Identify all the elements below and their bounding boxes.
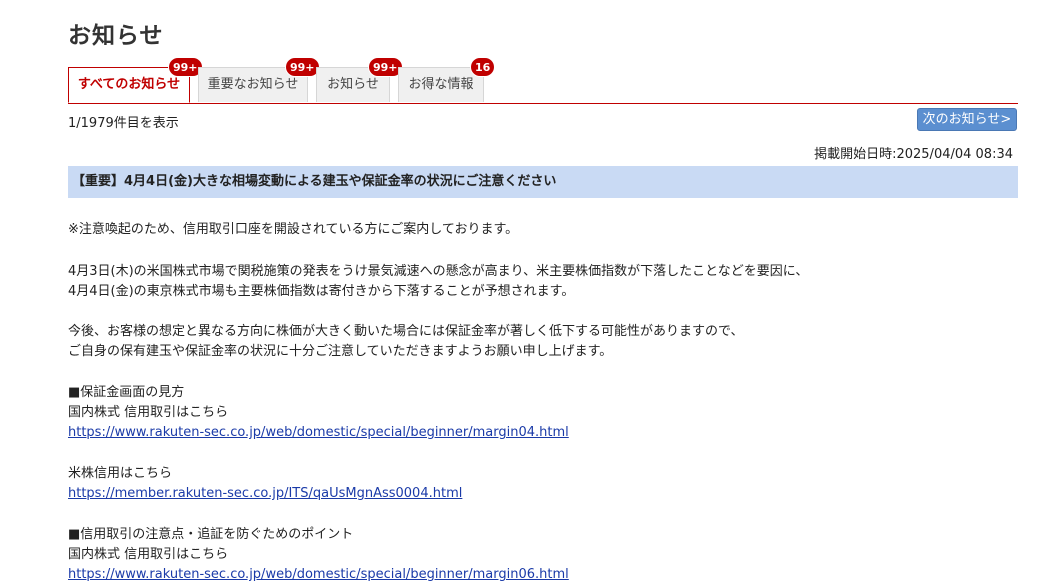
section-us-margin: 米株信用はこちら https://member.rakuten-sec.co.j… [68,464,462,504]
notice-paragraph-3-line-2: ご自身の保有建玉や保証金率の状況に十分ご注意していただきますようお願い申し上げま… [68,344,613,359]
tab-deals[interactable]: お得な情報 16 [398,57,496,102]
tab-important-notices-label: 重要なお知らせ [207,77,299,92]
margin06-link[interactable]: https://www.rakuten-sec.co.jp/web/domest… [68,567,569,582]
notice-paragraph-3: 今後、お客様の想定と異なる方向に株価が大きく動いた場合には保証金率が著しく低下す… [68,322,743,362]
section-margin-points: ■信用取引の注意点・追証を防ぐためのポイント 国内株式 信用取引はこちら htt… [68,525,569,585]
notices-page: お知らせ すべてのお知らせ 99+ 重要なお知らせ 99+ お知らせ 99+ お… [0,0,1045,585]
section-margin-screen-label: 国内株式 信用取引はこちら [68,405,229,420]
notice-paragraph-2-line-2: 4月4日(金)の東京株式市場も主要株価指数は寄付きから下落することが予想されます… [68,284,575,299]
tab-important-notices[interactable]: 重要なお知らせ 99+ [198,57,320,102]
notice-paragraph-1: ※注意喚起のため、信用取引口座を開設されている方にご案内しております。 [68,222,519,237]
us-margin-link[interactable]: https://member.rakuten-sec.co.jp/ITS/qaU… [68,486,462,501]
notice-tabs: すべてのお知らせ 99+ 重要なお知らせ 99+ お知らせ 99+ お得な情報 … [68,57,1018,104]
notice-paragraph-3-line-1: 今後、お客様の想定と異なる方向に株価が大きく動いた場合には保証金率が著しく低下す… [68,324,744,339]
tab-all-notices-label: すべてのお知らせ [77,77,181,92]
tab-deals-badge: 16 [470,57,496,77]
section-margin-points-heading: ■信用取引の注意点・追証を防ぐためのポイント [68,527,354,542]
section-us-margin-label: 米株信用はこちら [68,466,173,481]
next-notice-button[interactable]: 次のお知らせ> [917,108,1017,131]
result-count: 1/1979件目を表示 [68,116,179,131]
tab-important-notices-badge: 99+ [285,57,320,77]
tab-notices-label: お知らせ [327,77,379,92]
notice-paragraph-2: 4月3日(木)の米国株式市場で関税施策の発表をうけ景気減速への懸念が高まり、米主… [68,262,808,302]
page-title: お知らせ [68,23,164,49]
tab-notices[interactable]: お知らせ 99+ [316,57,403,102]
notice-headline: 【重要】4月4日(金)大きな相場変動による建玉や保証金率の状況にご注意ください [68,166,1018,198]
notice-paragraph-2-line-1: 4月3日(木)の米国株式市場で関税施策の発表をうけ景気減速への懸念が高まり、米主… [68,264,809,279]
section-margin-points-label: 国内株式 信用取引はこちら [68,547,229,562]
section-margin-screen: ■保証金画面の見方 国内株式 信用取引はこちら https://www.raku… [68,383,569,443]
publish-date: 掲載開始日時:2025/04/04 08:34 [814,147,1013,162]
tab-deals-label: お得な情報 [408,77,474,92]
section-margin-screen-heading: ■保証金画面の見方 [68,385,185,400]
margin04-link[interactable]: https://www.rakuten-sec.co.jp/web/domest… [68,425,569,440]
tab-all-notices[interactable]: すべてのお知らせ 99+ [68,57,203,103]
